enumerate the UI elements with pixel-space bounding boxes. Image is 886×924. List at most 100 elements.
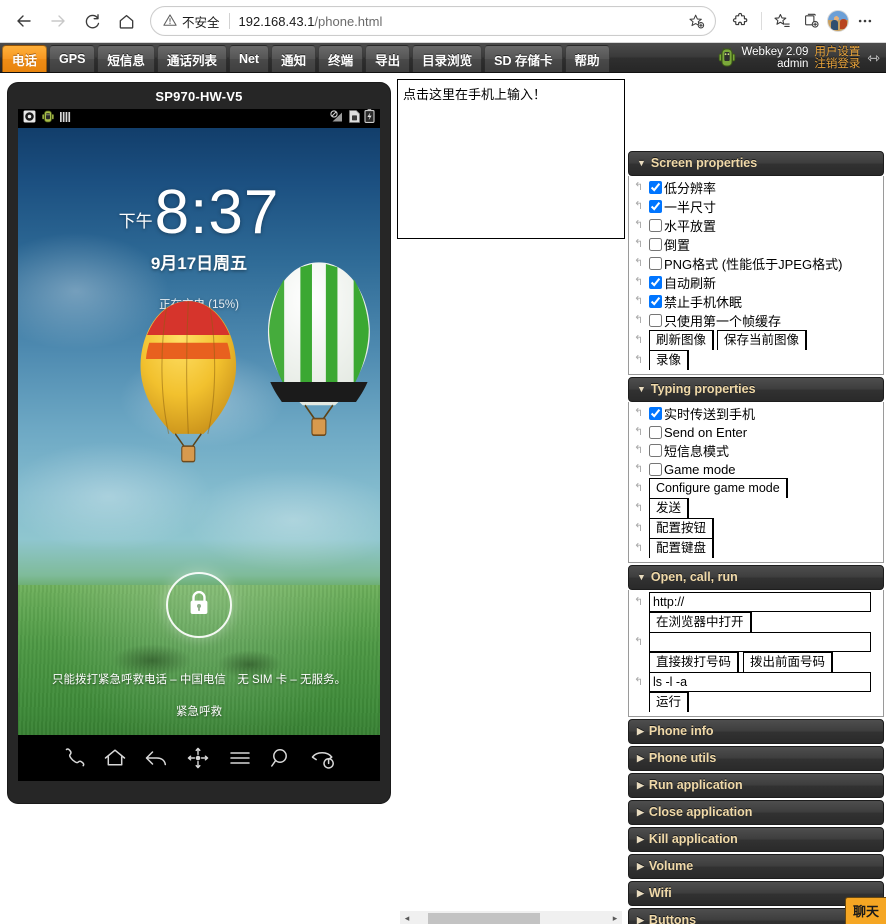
checkbox-game-mode[interactable]: Game mode [649, 462, 736, 477]
checkbox-upside-down[interactable]: 倒置 [649, 235, 690, 254]
shell-command-input[interactable] [649, 672, 871, 692]
user-settings-link[interactable]: 用户设置 [814, 46, 860, 58]
checkbox-input[interactable] [649, 238, 662, 251]
tab-sd-card[interactable]: SD 存储卡 [484, 45, 563, 72]
profile-avatar[interactable] [827, 10, 849, 32]
expand-arrows-icon[interactable]: ⇿ [866, 49, 880, 67]
checkbox-first-framebuffer-only[interactable]: 只使用第一个帧缓存 [649, 311, 781, 330]
undo-icon[interactable]: ↰ [634, 315, 646, 326]
undo-icon[interactable]: ↰ [634, 676, 646, 688]
scroll-left-arrow[interactable]: ◂ [400, 913, 414, 924]
section-header-screen-properties[interactable]: ▼ Screen properties [628, 151, 884, 176]
checkbox-input[interactable] [649, 276, 662, 289]
section-header-open-call-run[interactable]: ▼ Open, call, run [628, 565, 884, 590]
url-text[interactable]: 192.168.43.1/phone.html [239, 14, 683, 29]
undo-icon[interactable]: ↰ [634, 463, 646, 475]
configure-buttons-button[interactable]: 配置按钮 [649, 518, 715, 538]
extensions-icon[interactable] [728, 8, 754, 34]
record-video-button[interactable]: 录像 [649, 350, 690, 370]
checkbox-realtime-send[interactable]: 实时传送到手机 [649, 404, 755, 423]
undo-icon[interactable]: ↰ [634, 258, 646, 269]
security-indicator[interactable]: 不安全 [163, 12, 220, 31]
section-header-run-application[interactable]: ▶ Run application [628, 773, 884, 798]
home-button[interactable] [110, 5, 142, 37]
checkbox-input[interactable] [649, 257, 662, 270]
checkbox-input[interactable] [649, 444, 662, 457]
send-button[interactable]: 发送 [649, 498, 690, 518]
section-header-typing-properties[interactable]: ▼ Typing properties [628, 377, 884, 402]
checkbox-sms-mode[interactable]: 短信息模式 [649, 441, 729, 460]
undo-icon[interactable]: ↰ [634, 426, 646, 438]
undo-icon[interactable]: ↰ [634, 445, 646, 456]
back-button[interactable] [8, 5, 40, 37]
checkbox-input[interactable] [649, 200, 662, 213]
url-input[interactable] [649, 592, 871, 612]
checkbox-low-resolution[interactable]: 低分辨率 [649, 178, 716, 197]
horizontal-scrollbar[interactable]: ◂ ▸ [400, 911, 622, 924]
checkbox-input[interactable] [649, 314, 662, 327]
configure-game-mode-button[interactable]: Configure game mode [649, 478, 788, 498]
checkbox-input[interactable] [649, 462, 662, 476]
run-command-button[interactable]: 运行 [649, 692, 690, 712]
phone-typing-textarea[interactable]: 点击这里在手机上输入！ [397, 79, 625, 239]
end-call-power-icon[interactable] [309, 745, 337, 771]
menu-icon[interactable] [227, 745, 253, 771]
emergency-call-button[interactable]: 紧急呼救 [18, 703, 380, 719]
section-header-close-application[interactable]: ▶ Close application [628, 800, 884, 825]
checkbox-input[interactable] [649, 407, 662, 420]
undo-icon[interactable]: ↰ [634, 239, 646, 250]
scroll-right-arrow[interactable]: ▸ [608, 913, 622, 924]
undo-icon[interactable]: ↰ [634, 482, 646, 494]
undo-icon[interactable]: ↰ [634, 201, 646, 212]
collections-icon[interactable] [798, 8, 824, 34]
settings-more-icon[interactable] [852, 8, 878, 34]
undo-icon[interactable]: ↰ [634, 334, 646, 346]
open-in-browser-button[interactable]: 在浏览器中打开 [649, 612, 752, 632]
undo-icon[interactable]: ↰ [634, 354, 646, 366]
tab-sms[interactable]: 短信息 [97, 45, 155, 72]
undo-icon[interactable]: ↰ [634, 596, 646, 608]
scrollbar-thumb[interactable] [428, 913, 540, 924]
checkbox-keep-awake[interactable]: 禁止手机休眠 [649, 292, 742, 311]
home-icon[interactable] [102, 745, 128, 771]
back-icon[interactable] [143, 745, 169, 771]
tab-phone[interactable]: 电话 [2, 45, 48, 72]
section-header-phone-utils[interactable]: ▶ Phone utils [628, 746, 884, 771]
scrollbar-track[interactable] [414, 911, 608, 924]
checkbox-input[interactable] [649, 295, 662, 308]
add-favorite-icon[interactable] [683, 8, 709, 34]
undo-icon[interactable]: ↰ [634, 296, 646, 307]
tab-help[interactable]: 帮助 [564, 45, 610, 72]
tab-terminal[interactable]: 终端 [318, 45, 364, 72]
android-lockscreen[interactable]: 下午 8:37 9月17日周五 正在充电 (15%) [18, 128, 380, 781]
dial-number-button[interactable]: 直接拨打号码 [649, 652, 740, 672]
checkbox-png-format[interactable]: PNG格式 (性能低于JPEG格式) [649, 254, 842, 273]
undo-icon[interactable]: ↰ [634, 220, 646, 231]
refresh-button[interactable] [76, 5, 108, 37]
section-header-volume[interactable]: ▶ Volume [628, 854, 884, 879]
tab-export[interactable]: 导出 [365, 45, 411, 72]
tab-file-browser[interactable]: 目录浏览 [412, 45, 483, 72]
predial-number-button[interactable]: 拨出前面号码 [743, 652, 834, 672]
unlock-button[interactable] [166, 572, 232, 638]
call-icon[interactable] [61, 745, 87, 771]
undo-icon[interactable]: ↰ [634, 522, 646, 534]
checkbox-input[interactable] [649, 219, 662, 232]
undo-icon[interactable]: ↰ [634, 636, 646, 648]
address-bar[interactable]: 不安全 192.168.43.1/phone.html [150, 6, 716, 36]
checkbox-input[interactable] [649, 425, 662, 439]
checkbox-landscape[interactable]: 水平放置 [649, 216, 716, 235]
logout-link[interactable]: 注销登录 [814, 58, 860, 70]
phone-number-input[interactable] [649, 632, 871, 652]
refresh-image-button[interactable]: 刷新图像 [649, 330, 715, 350]
favorites-icon[interactable] [769, 8, 795, 34]
tab-gps[interactable]: GPS [49, 45, 96, 72]
undo-icon[interactable]: ↰ [634, 542, 646, 554]
dpad-icon[interactable] [184, 745, 212, 771]
search-icon[interactable] [268, 745, 294, 771]
configure-keyboard-button[interactable]: 配置键盘 [649, 538, 715, 558]
section-header-kill-application[interactable]: ▶ Kill application [628, 827, 884, 852]
section-header-phone-info[interactable]: ▶ Phone info [628, 719, 884, 744]
undo-icon[interactable]: ↰ [634, 277, 646, 288]
tab-call-list[interactable]: 通话列表 [156, 45, 227, 72]
